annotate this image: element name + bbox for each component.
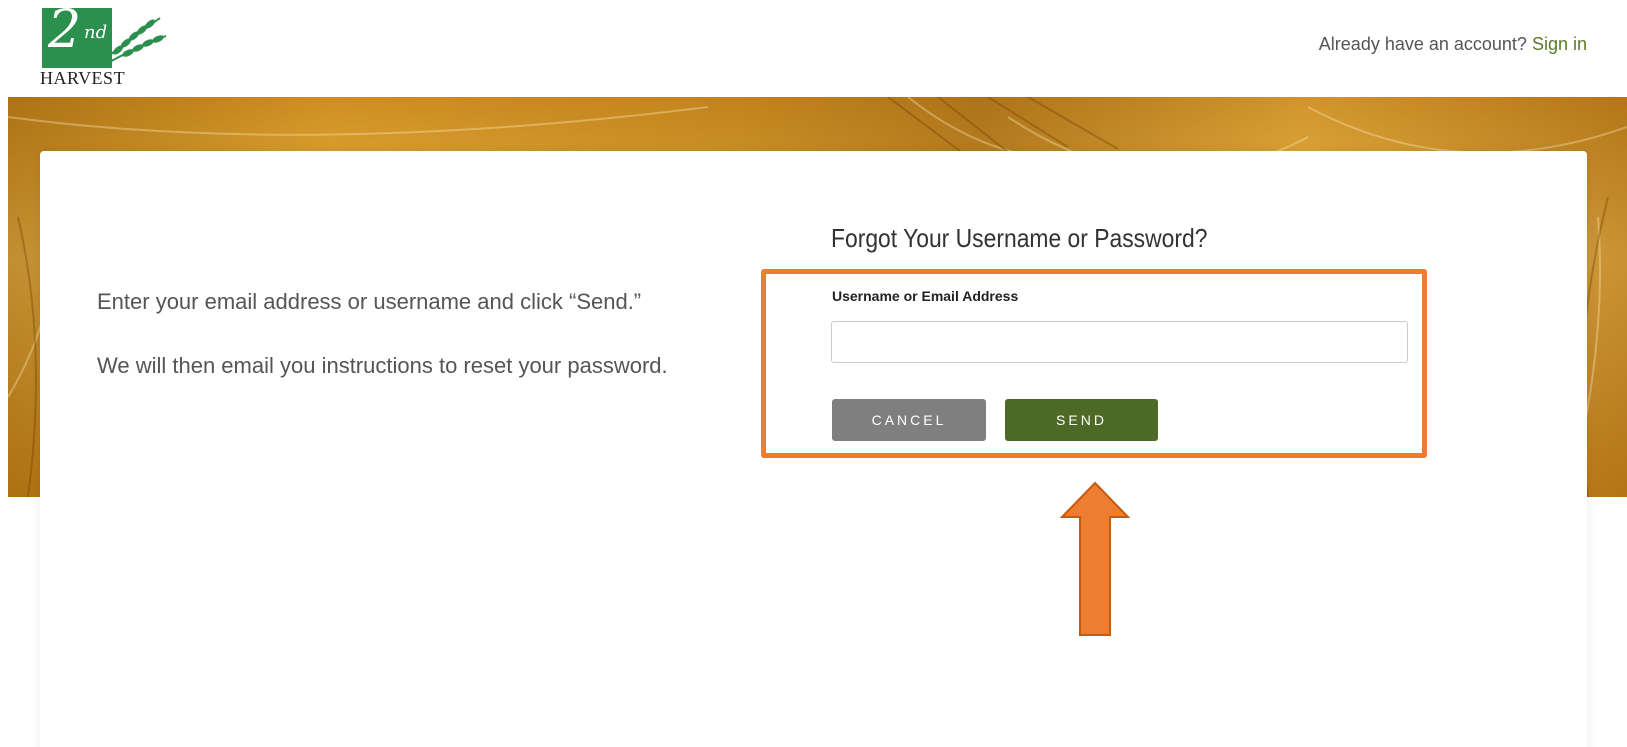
- send-button[interactable]: SEND: [1005, 399, 1158, 441]
- page: 2 nd HARVEST Already have an account? Si…: [0, 0, 1627, 747]
- wheat-icon: [101, 17, 167, 65]
- signin-prompt: Already have an account? Sign in: [1319, 34, 1587, 55]
- logo[interactable]: 2 nd HARVEST: [40, 0, 168, 90]
- sign-in-link[interactable]: Sign in: [1532, 34, 1587, 54]
- intro-line-1: Enter your email address or username and…: [97, 289, 642, 314]
- signin-prompt-text: Already have an account?: [1318, 34, 1527, 54]
- username-email-label: Username or Email Address: [832, 288, 1019, 304]
- intro-line-2: We will then email you instructions to r…: [97, 353, 668, 378]
- form-title: Forgot Your Username or Password?: [831, 223, 1208, 253]
- logo-wordmark: HARVEST: [40, 68, 126, 88]
- cancel-button[interactable]: CANCEL: [832, 399, 986, 441]
- username-email-input[interactable]: [831, 321, 1408, 363]
- logo-numeral: 2: [48, 0, 82, 60]
- up-arrow-icon: [1060, 481, 1130, 636]
- forgot-credentials-card: Enter your email address or username and…: [40, 151, 1587, 747]
- site-header: 2 nd HARVEST Already have an account? Si…: [0, 0, 1627, 97]
